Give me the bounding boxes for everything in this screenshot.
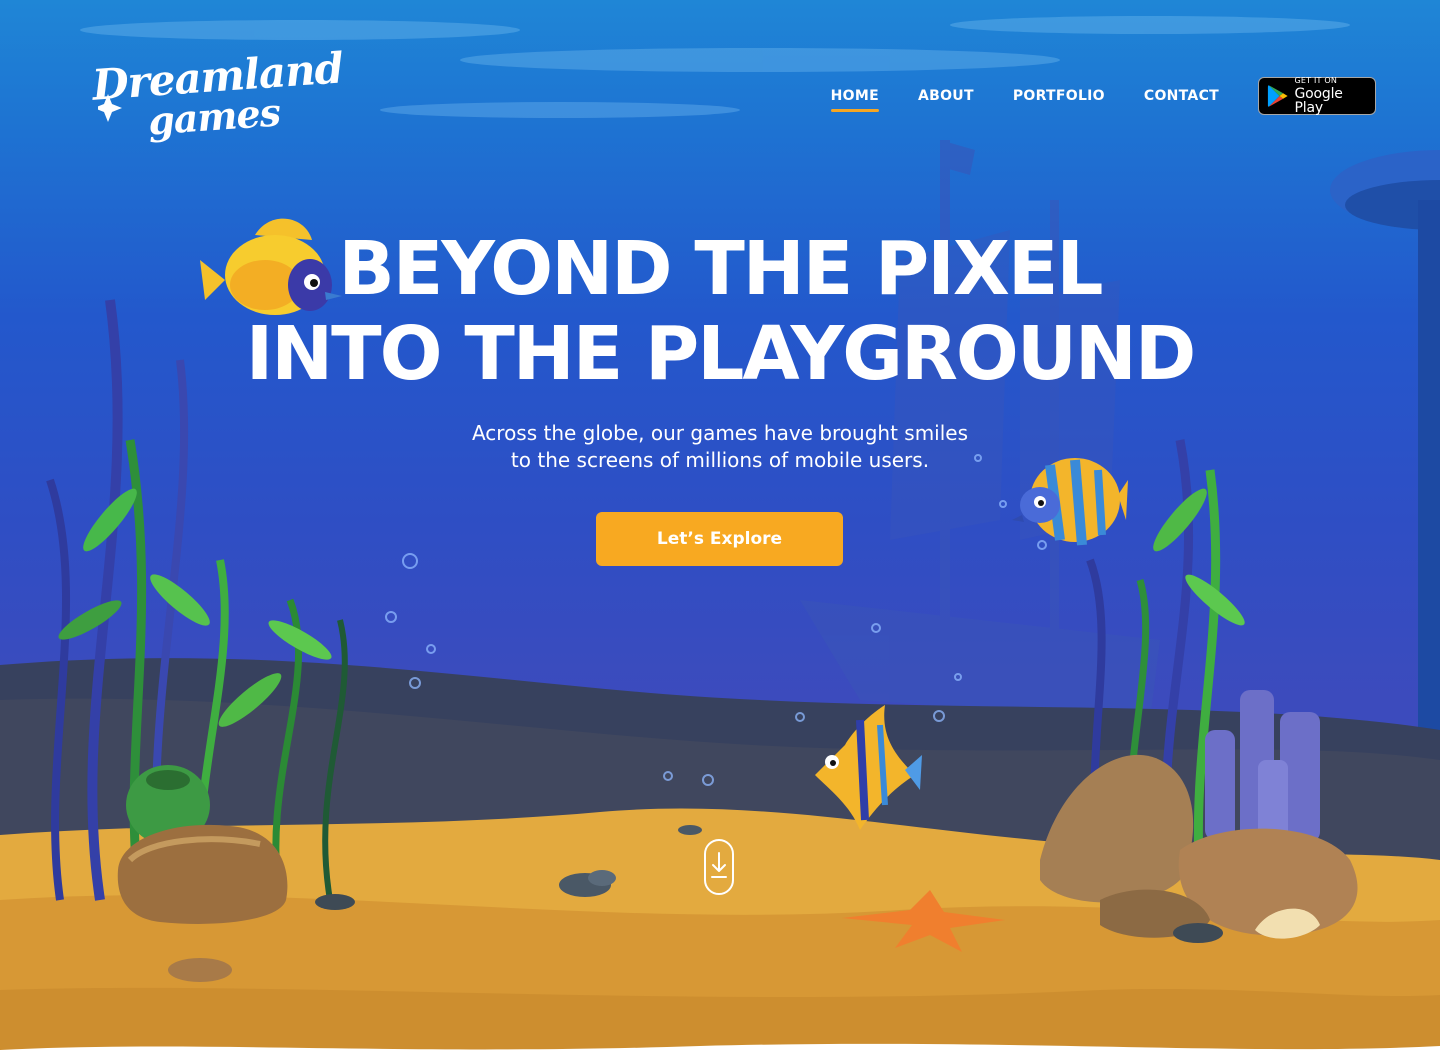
main-navigation: HOME ABOUT PORTFOLIO CONTACT GET IT ON G… xyxy=(830,76,1376,116)
hero-title-line-2: INTO THE PLAYGROUND xyxy=(245,311,1197,397)
nav-link-about[interactable]: ABOUT xyxy=(918,84,974,108)
logo-wordmark-bottom: games xyxy=(146,89,282,144)
google-play-badge-text: GET IT ON Google Play xyxy=(1294,76,1367,116)
google-play-badge-button[interactable]: GET IT ON Google Play xyxy=(1258,77,1376,115)
hero-subtitle-line-2: to the screens of millions of mobile use… xyxy=(510,448,930,472)
badge-store-name: Google Play xyxy=(1294,86,1343,116)
hero-section: Dreamland games HOME ABOUT PORTFOLIO CON… xyxy=(0,0,1440,1058)
dreamland-games-logo[interactable]: Dreamland games xyxy=(88,43,348,147)
hero-subtitle-line-1: Across the globe, our games have brought… xyxy=(471,421,969,445)
scroll-down-icon[interactable] xyxy=(704,839,734,895)
hero-title-line-1: BEYOND THE PIXEL xyxy=(338,226,1103,312)
nav-link-portfolio[interactable]: PORTFOLIO xyxy=(1013,84,1105,108)
badge-small-text: GET IT ON xyxy=(1294,76,1338,85)
lets-explore-button[interactable]: Let’s Explore xyxy=(596,512,843,566)
nav-link-home[interactable]: HOME xyxy=(830,84,880,112)
nav-link-contact[interactable]: CONTACT xyxy=(1144,84,1219,108)
google-play-icon xyxy=(1267,85,1288,107)
